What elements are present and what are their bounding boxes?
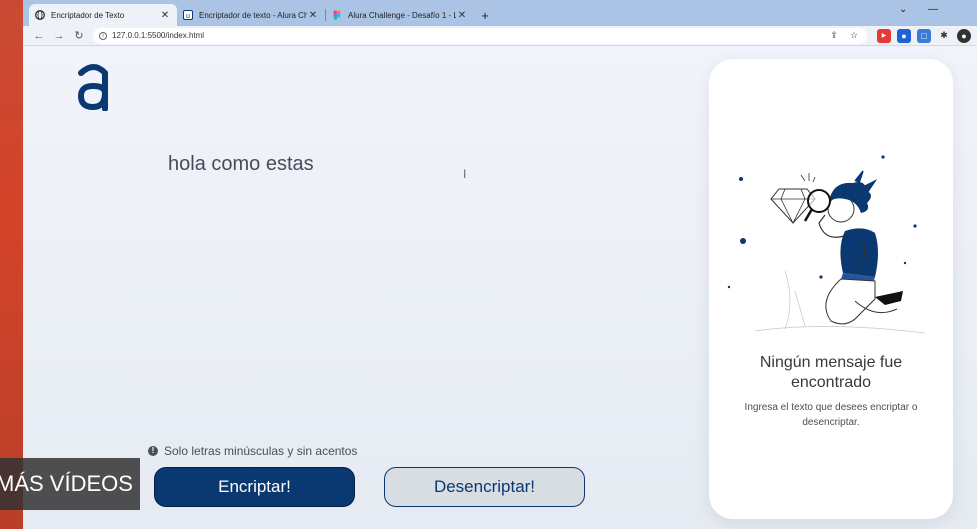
browser-toolbar: ← → ↻ i 127.0.0.1:5500/index.html ⇪ ☆ ▶ … bbox=[23, 26, 977, 46]
globe-icon bbox=[35, 10, 45, 20]
hint-text: Solo letras minúsculas y sin acentos bbox=[164, 444, 358, 458]
tab-strip: Encriptador de Texto ✕ u Encriptador de … bbox=[23, 0, 977, 26]
encrypt-button[interactable]: Encriptar! bbox=[154, 467, 355, 507]
back-arrow-icon[interactable]: ← bbox=[29, 30, 49, 42]
share-icon[interactable]: ⇪ bbox=[827, 29, 841, 43]
url-text: 127.0.0.1:5500/index.html bbox=[112, 31, 205, 40]
extensions-puzzle-icon[interactable]: ✱ bbox=[937, 29, 951, 43]
more-videos-label: MÁS VÍDEOS bbox=[0, 471, 133, 496]
minimize-icon[interactable]: — bbox=[928, 4, 938, 15]
more-videos-overlay[interactable]: MÁS VÍDEOS bbox=[0, 458, 140, 510]
tab-title: Encriptador de Texto bbox=[51, 10, 125, 20]
forward-arrow-icon[interactable]: → bbox=[49, 30, 69, 42]
extension-zoom-icon[interactable]: ● bbox=[897, 28, 911, 43]
video-frame-edge bbox=[0, 0, 23, 529]
text-cursor-icon: I bbox=[463, 167, 467, 181]
extension-blue-icon[interactable]: □ bbox=[917, 28, 931, 43]
site-info-icon[interactable]: i bbox=[99, 31, 107, 40]
web-page: hola como estas I ! Solo letras minúscul… bbox=[23, 47, 977, 529]
bookmark-star-icon[interactable]: ☆ bbox=[847, 29, 861, 43]
empty-state-title: Ningún mensaje fue encontrado bbox=[759, 354, 903, 391]
hint-message: ! Solo letras minúsculas y sin acentos bbox=[148, 444, 357, 458]
empty-state-illustration bbox=[725, 151, 937, 346]
address-bar[interactable]: i 127.0.0.1:5500/index.html ⇪ ☆ bbox=[93, 27, 867, 44]
profile-avatar-icon[interactable]: ● bbox=[957, 28, 971, 43]
tab-search-chevron-icon[interactable]: ⌄ bbox=[899, 4, 907, 15]
figma-icon bbox=[332, 10, 342, 20]
tab-title: Alura Challenge - Desafío 1 - Lóg bbox=[348, 10, 456, 20]
tab-alura-challenge[interactable]: u Encriptador de texto - Alura Cha ✕ bbox=[177, 4, 325, 26]
info-icon: ! bbox=[148, 446, 158, 456]
empty-state-description: Ingresa el texto que desees encriptar o … bbox=[744, 402, 918, 428]
extension-youtube-icon[interactable]: ▶ bbox=[877, 28, 891, 43]
close-tab-icon[interactable]: ✕ bbox=[307, 10, 319, 21]
new-tab-button[interactable]: + bbox=[474, 8, 496, 23]
browser-window: Encriptador de Texto ✕ u Encriptador de … bbox=[23, 0, 977, 529]
alura-favicon-icon: u bbox=[183, 10, 193, 20]
output-panel: Ningún mensaje fue encontrado Ingresa el… bbox=[709, 59, 953, 519]
close-tab-icon[interactable]: ✕ bbox=[456, 10, 468, 21]
close-tab-icon[interactable]: ✕ bbox=[159, 10, 171, 21]
text-input-area[interactable]: hola como estas bbox=[168, 153, 314, 176]
svg-text:u: u bbox=[186, 13, 190, 20]
reload-icon[interactable]: ↻ bbox=[69, 29, 89, 42]
tab-encriptador[interactable]: Encriptador de Texto ✕ bbox=[29, 4, 177, 26]
tab-figma[interactable]: Alura Challenge - Desafío 1 - Lóg ✕ bbox=[326, 4, 474, 26]
tab-title: Encriptador de texto - Alura Cha bbox=[199, 10, 307, 20]
decrypt-button[interactable]: Desencriptar! bbox=[384, 467, 585, 507]
alura-logo bbox=[77, 63, 111, 116]
